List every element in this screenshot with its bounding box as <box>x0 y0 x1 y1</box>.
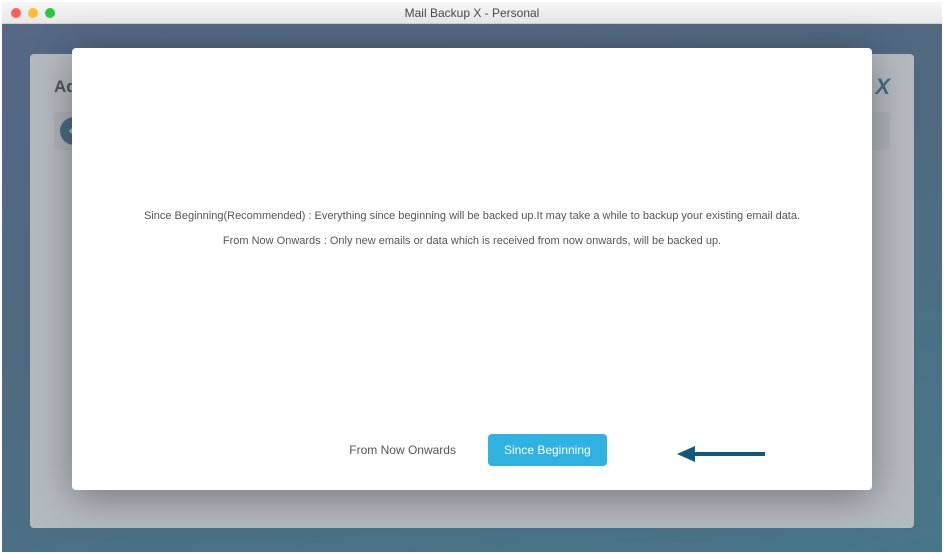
maximize-window-button[interactable] <box>45 8 55 18</box>
app-window: Mail Backup X - Personal Add Ne ackup X <box>0 0 944 554</box>
window-titlebar: Mail Backup X - Personal <box>2 2 942 24</box>
app-background: Add Ne ackup X Since Beginning(Recomme <box>2 24 942 552</box>
dialog-description: Since Beginning(Recommended) : Everythin… <box>72 208 872 249</box>
from-now-onwards-button[interactable]: From Now Onwards <box>337 435 468 465</box>
backup-range-dialog: Since Beginning(Recommended) : Everythin… <box>72 48 872 490</box>
traffic-lights <box>2 8 55 18</box>
since-beginning-button[interactable]: Since Beginning <box>488 434 607 466</box>
minimize-window-button[interactable] <box>28 8 38 18</box>
window-title: Mail Backup X - Personal <box>2 6 942 20</box>
desc-line-onwards: From Now Onwards : Only new emails or da… <box>112 233 832 250</box>
dialog-actions: From Now Onwards Since Beginning <box>72 434 872 466</box>
modal-overlay: Since Beginning(Recommended) : Everythin… <box>2 24 942 552</box>
desc-line-since: Since Beginning(Recommended) : Everythin… <box>112 208 832 225</box>
close-window-button[interactable] <box>11 8 21 18</box>
